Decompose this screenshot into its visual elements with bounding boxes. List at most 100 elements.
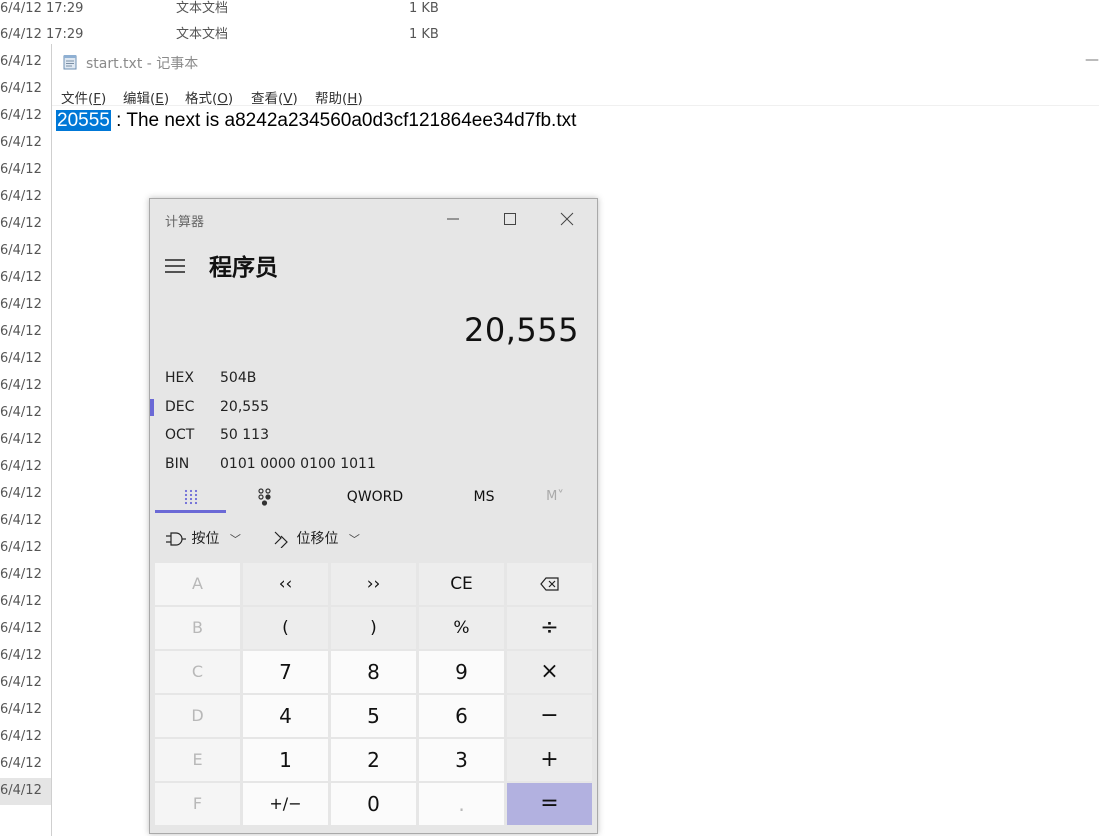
file-row[interactable]: 6/4/12 bbox=[0, 238, 51, 265]
file-row[interactable]: 6/4/12 bbox=[0, 49, 51, 76]
chevron-down-icon: ﹀ bbox=[229, 533, 241, 546]
key-5[interactable]: 5 bbox=[331, 695, 416, 737]
key-left-shift[interactable]: ‹‹ bbox=[243, 563, 328, 605]
base-oct[interactable]: OCT 50 113 bbox=[150, 422, 597, 450]
file-row[interactable]: 6/4/12 bbox=[0, 481, 51, 508]
key-negate[interactable]: +/− bbox=[243, 783, 328, 825]
file-date: 6/4/12 bbox=[0, 567, 42, 582]
file-date: 6/4/12 bbox=[0, 702, 42, 717]
file-row[interactable]: 6/4/12 bbox=[0, 319, 51, 346]
notepad-title-bar[interactable]: start.txt - 记事本 — bbox=[52, 44, 1099, 80]
menu-edit[interactable]: 编辑(E) bbox=[123, 87, 169, 107]
file-row[interactable]: 6/4/12 bbox=[0, 373, 51, 400]
base-value: 20,555 bbox=[220, 399, 269, 415]
key-4[interactable]: 4 bbox=[243, 695, 328, 737]
file-row[interactable]: 6/4/12 bbox=[0, 616, 51, 643]
maximize-button[interactable] bbox=[491, 205, 531, 233]
file-row[interactable]: 6/4/12 bbox=[0, 346, 51, 373]
chevron-down-icon: ﹀ bbox=[348, 533, 360, 546]
file-row[interactable]: 6/4/12 bbox=[0, 427, 51, 454]
key-right-shift[interactable]: ›› bbox=[331, 563, 416, 605]
file-date: 6/4/12 bbox=[0, 675, 42, 690]
key-divide[interactable]: ÷ bbox=[507, 607, 592, 649]
file-date: 6/4/12 bbox=[0, 54, 42, 69]
key-clear-entry[interactable]: CE bbox=[419, 563, 504, 605]
bitwise-dropdown[interactable]: 按位 ﹀ bbox=[165, 528, 241, 548]
minimize-button[interactable] bbox=[434, 205, 474, 233]
file-row[interactable]: 6/4/12 bbox=[0, 508, 51, 535]
bit-operations-bar: 按位 ﹀ 位移位 ﹀ bbox=[150, 524, 597, 554]
notepad-text-area[interactable]: 20555 : The next is a8242a234560a0d3cf12… bbox=[56, 108, 576, 134]
key-0[interactable]: 0 bbox=[331, 783, 416, 825]
key-open-paren[interactable]: ( bbox=[243, 607, 328, 649]
file-row[interactable]: 6/4/12 bbox=[0, 751, 51, 778]
file-row[interactable]: 6/4/12 bbox=[0, 589, 51, 616]
file-row[interactable]: 6/4/12 bbox=[0, 724, 51, 751]
file-date: 6/4/12 bbox=[0, 405, 42, 420]
memory-more-button[interactable]: M˅ bbox=[530, 481, 580, 513]
minimize-icon[interactable]: — bbox=[1085, 52, 1099, 70]
file-date: 6/4/12 bbox=[0, 756, 42, 771]
menu-file[interactable]: 文件(F) bbox=[61, 87, 106, 107]
key-2[interactable]: 2 bbox=[331, 739, 416, 781]
file-row[interactable]: 6/4/12 17:29 文本文档 1 KB bbox=[0, 0, 1099, 23]
menu-view[interactable]: 查看(V) bbox=[251, 87, 298, 107]
file-row[interactable]: 6/4/12 bbox=[0, 400, 51, 427]
file-date: 6/4/12 bbox=[0, 135, 42, 150]
word-size-button[interactable]: QWORD bbox=[330, 481, 420, 513]
base-label: HEX bbox=[165, 370, 194, 386]
menu-format[interactable]: 格式(O) bbox=[185, 87, 233, 107]
key-percent[interactable]: % bbox=[419, 607, 504, 649]
key-close-paren[interactable]: ) bbox=[331, 607, 416, 649]
key-6[interactable]: 6 bbox=[419, 695, 504, 737]
key-subtract[interactable]: − bbox=[507, 695, 592, 737]
file-row[interactable]: 6/4/12 bbox=[0, 643, 51, 670]
file-row[interactable]: 6/4/12 bbox=[0, 211, 51, 238]
tab-bit-toggle[interactable] bbox=[230, 481, 300, 513]
file-row[interactable]: 6/4/12 bbox=[0, 76, 51, 103]
document-text[interactable]: : The next is a8242a234560a0d3cf121864ee… bbox=[111, 110, 576, 131]
key-b[interactable]: B bbox=[155, 607, 240, 649]
key-1[interactable]: 1 bbox=[243, 739, 328, 781]
key-d[interactable]: D bbox=[155, 695, 240, 737]
calculator-mode-title: 程序员 bbox=[209, 255, 278, 281]
file-date: 6/4/12 bbox=[0, 486, 42, 501]
key-equals[interactable]: = bbox=[507, 783, 592, 825]
file-row[interactable]: 6/4/12 bbox=[0, 130, 51, 157]
bitshift-dropdown[interactable]: 位移位 ﹀ bbox=[272, 528, 360, 549]
key-add[interactable]: + bbox=[507, 739, 592, 781]
key-e[interactable]: E bbox=[155, 739, 240, 781]
file-row[interactable]: 6/4/12 bbox=[0, 562, 51, 589]
backspace-icon bbox=[540, 577, 559, 591]
file-row[interactable]: 6/4/12 bbox=[0, 535, 51, 562]
file-row[interactable]: 6/4/12 bbox=[0, 103, 51, 130]
close-button[interactable] bbox=[548, 205, 588, 233]
file-row[interactable]: 6/4/12 bbox=[0, 778, 51, 805]
key-c[interactable]: C bbox=[155, 651, 240, 693]
tab-full-keypad[interactable] bbox=[155, 481, 226, 513]
key-9[interactable]: 9 bbox=[419, 651, 504, 693]
key-7[interactable]: 7 bbox=[243, 651, 328, 693]
menu-hamburger-icon[interactable] bbox=[164, 257, 186, 275]
file-row[interactable]: 6/4/12 bbox=[0, 157, 51, 184]
file-row[interactable]: 6/4/12 bbox=[0, 697, 51, 724]
calculator-window[interactable]: 计算器 程序员 20,555 HEX 504B DEC 20,555 OCT 5… bbox=[149, 198, 598, 834]
key-8[interactable]: 8 bbox=[331, 651, 416, 693]
base-dec[interactable]: DEC 20,555 bbox=[150, 394, 597, 422]
selected-text[interactable]: 20555 bbox=[56, 110, 111, 131]
memory-store-button[interactable]: MS bbox=[450, 481, 518, 513]
base-bin[interactable]: BIN 0101 0000 0100 1011 bbox=[150, 451, 597, 479]
key-multiply[interactable]: × bbox=[507, 651, 592, 693]
file-row[interactable]: 6/4/12 bbox=[0, 265, 51, 292]
key-decimal[interactable]: . bbox=[419, 783, 504, 825]
file-row[interactable]: 6/4/12 bbox=[0, 292, 51, 319]
file-row[interactable]: 6/4/12 bbox=[0, 454, 51, 481]
file-row[interactable]: 6/4/12 bbox=[0, 670, 51, 697]
file-row[interactable]: 6/4/12 bbox=[0, 184, 51, 211]
key-a[interactable]: A bbox=[155, 563, 240, 605]
key-backspace[interactable] bbox=[507, 563, 592, 605]
menu-help[interactable]: 帮助(H) bbox=[315, 87, 363, 107]
base-hex[interactable]: HEX 504B bbox=[150, 365, 597, 393]
key-f[interactable]: F bbox=[155, 783, 240, 825]
key-3[interactable]: 3 bbox=[419, 739, 504, 781]
